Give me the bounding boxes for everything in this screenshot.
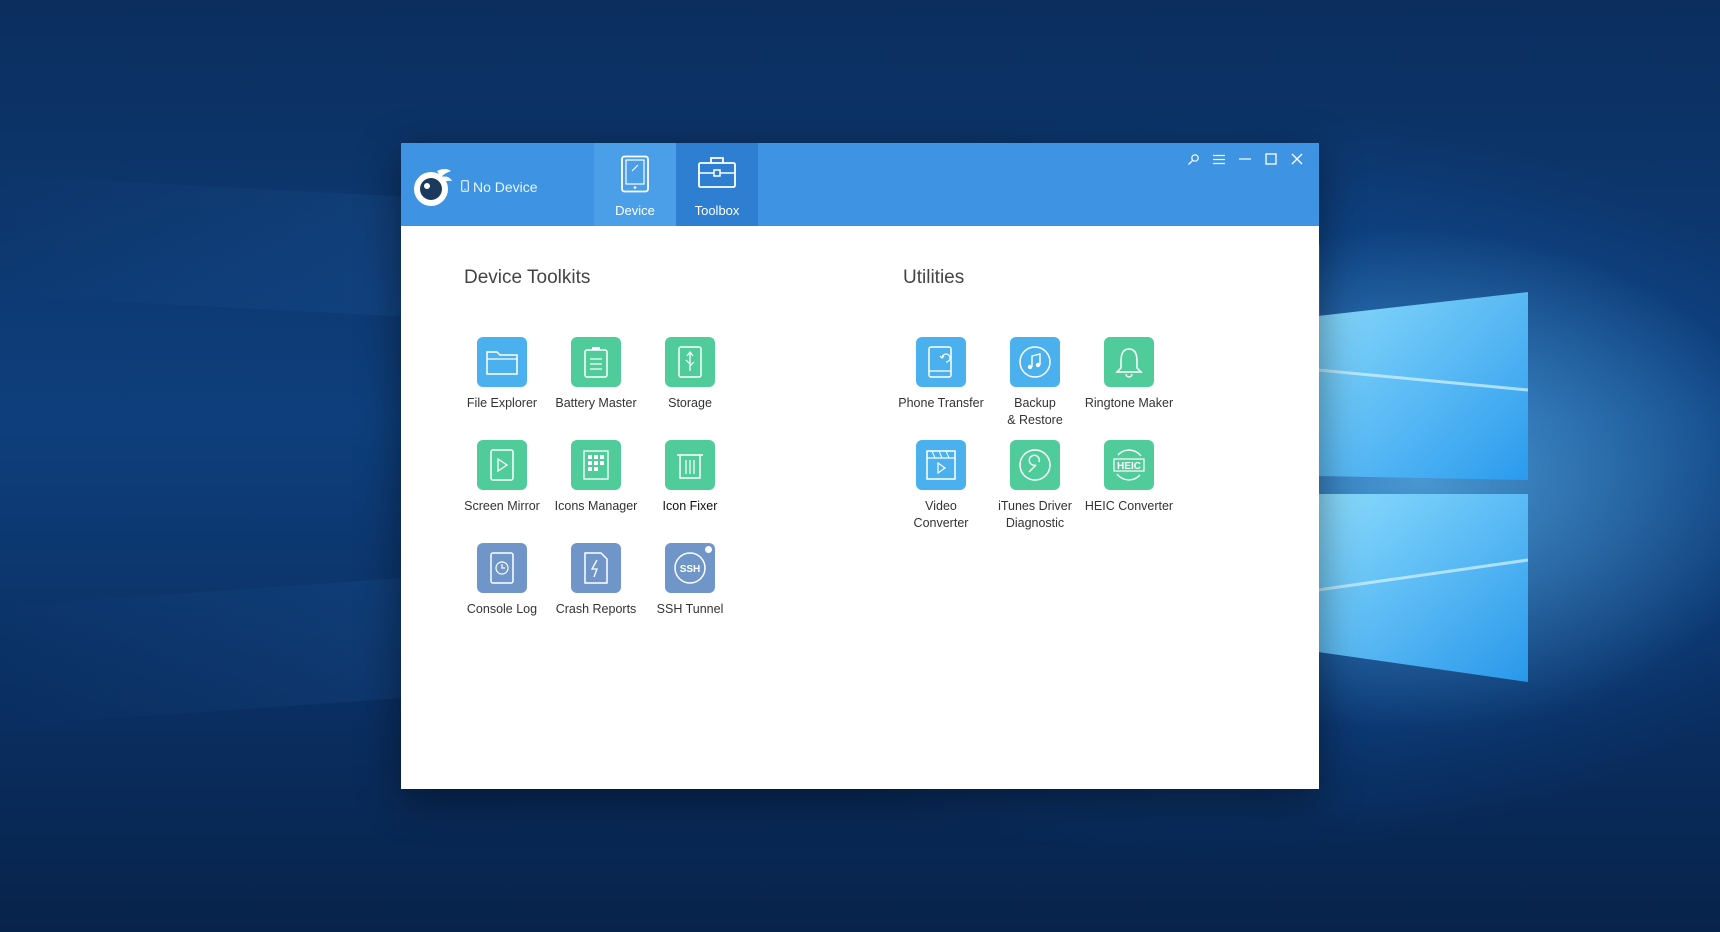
minimize-icon[interactable] (1237, 151, 1253, 167)
tool-heic-converter[interactable]: HEIC HEIC Converter (1081, 440, 1177, 515)
tool-label: Icons Manager (554, 499, 638, 513)
tab-toolbox[interactable]: Toolbox (676, 143, 758, 226)
ssh-icon: SSH (665, 543, 715, 593)
tool-file-explorer[interactable]: File Explorer (454, 337, 550, 412)
battery-icon (571, 337, 621, 387)
tool-icon-fixer[interactable]: Icon Fixer (642, 440, 738, 515)
wrench-icon (1010, 440, 1060, 490)
tool-label: Storage (668, 396, 712, 410)
maximize-icon[interactable] (1263, 151, 1279, 167)
tool-battery-master[interactable]: Battery Master (548, 337, 644, 412)
tool-label: Ringtone Maker (1084, 396, 1174, 410)
tool-label-line2: Converter (913, 516, 969, 530)
menu-icon[interactable] (1211, 151, 1227, 167)
tool-label: Crash Reports (555, 602, 637, 616)
pin-icon[interactable] (1185, 151, 1201, 167)
device-status[interactable]: No Device (461, 179, 538, 195)
usb-storage-icon (665, 337, 715, 387)
play-icon (477, 440, 527, 490)
tool-label: Battery Master (555, 396, 637, 410)
tablet-icon (594, 155, 676, 193)
tool-ringtone-maker[interactable]: Ringtone Maker (1081, 337, 1177, 412)
phone-transfer-icon (916, 337, 966, 387)
tool-label: Screen Mirror (464, 499, 540, 513)
title-bar: No Device Device Toolbox (401, 143, 1319, 226)
heic-icon: HEIC (1104, 440, 1154, 490)
folder-icon (477, 337, 527, 387)
music-icon (1010, 337, 1060, 387)
clock-icon (477, 543, 527, 593)
bolt-icon (571, 543, 621, 593)
section-title-utilities: Utilities (903, 267, 965, 288)
tool-label: File Explorer (466, 396, 538, 410)
tab-toolbox-label: Toolbox (694, 203, 740, 218)
tool-label-line2: Diagnostic (1005, 516, 1065, 530)
grid-icon (571, 440, 621, 490)
section-title-device-toolkits: Device Toolkits (464, 267, 591, 288)
window-controls (1185, 151, 1305, 167)
tool-screen-mirror[interactable]: Screen Mirror (454, 440, 550, 515)
toolbox-icon (676, 155, 758, 193)
tool-itunes-driver-diagnostic[interactable]: iTunes Driver Diagnostic (987, 440, 1083, 532)
tool-label: Phone Transfer (898, 396, 984, 410)
tool-label: Console Log (466, 602, 538, 616)
tool-label-line1: iTunes Driver (998, 499, 1072, 513)
tool-icons-manager[interactable]: Icons Manager (548, 440, 644, 515)
tool-crash-reports[interactable]: Crash Reports (548, 543, 644, 618)
tool-phone-transfer[interactable]: Phone Transfer (893, 337, 989, 412)
tool-backup-restore[interactable]: Backup & Restore (987, 337, 1083, 429)
tool-video-converter[interactable]: Video Converter (893, 440, 989, 532)
tool-console-log[interactable]: Console Log (454, 543, 550, 618)
bell-icon (1104, 337, 1154, 387)
tool-storage[interactable]: Storage (642, 337, 738, 412)
device-status-label: No Device (473, 179, 538, 195)
video-icon (916, 440, 966, 490)
tab-device[interactable]: Device (594, 143, 676, 226)
close-icon[interactable] (1289, 151, 1305, 167)
phone-icon (461, 179, 469, 195)
tab-device-label: Device (615, 203, 655, 218)
tool-label: iTunes Driver Diagnostic (987, 498, 1083, 532)
tool-label-line1: Video (925, 499, 957, 513)
windows-logo-wallpaper (1317, 292, 1529, 682)
notification-dot (705, 546, 712, 553)
tool-label-line2: & Restore (1007, 413, 1063, 427)
ssh-icon-text: SSH (680, 564, 701, 575)
tool-label: Backup & Restore (987, 395, 1083, 429)
tool-label: Video Converter (893, 498, 989, 532)
heic-icon-text: HEIC (1117, 461, 1141, 472)
app-window: No Device Device Toolbox Device Toolkits… (401, 143, 1319, 789)
tool-label: SSH Tunnel (656, 602, 724, 616)
tool-label: Icon Fixer (662, 499, 718, 513)
app-logo-icon (411, 165, 453, 207)
tool-ssh-tunnel[interactable]: SSH SSH Tunnel (642, 543, 738, 618)
tool-label-line1: Backup (1014, 396, 1056, 410)
trash-icon (665, 440, 715, 490)
tool-label: HEIC Converter (1084, 499, 1174, 513)
